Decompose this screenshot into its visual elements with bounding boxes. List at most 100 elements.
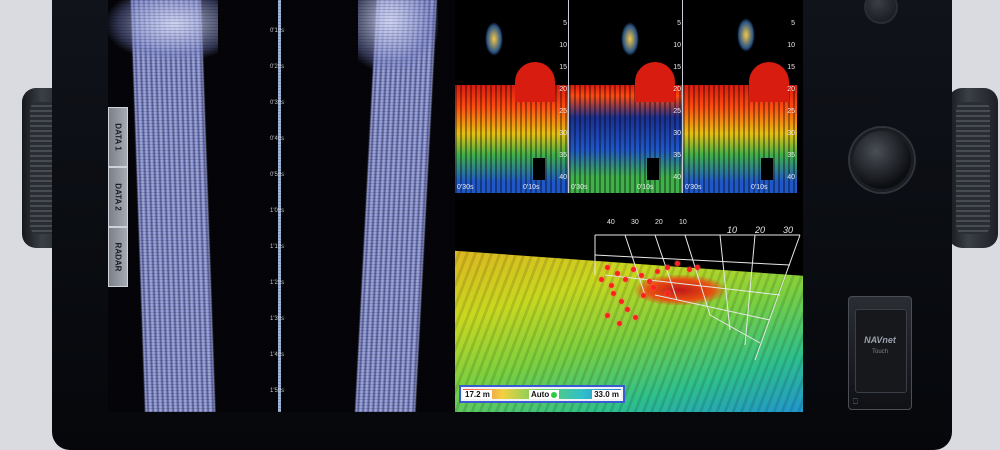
sd-card-slot[interactable]: NAVnet Touch ⎕ [848,296,912,410]
depth-label: 30 [673,130,681,137]
depth-label: 20 [673,86,681,93]
echogram-time-right: 0'10s [523,184,540,191]
fish-blip [617,321,622,326]
fish-blip [695,265,700,270]
fish-blip [639,273,644,278]
fish-finder-echogram[interactable]: 0'30s 0'10s 51015202530354045 0'30s 0'10… [455,0,803,193]
echogram-time-right: 0'10s [637,184,654,191]
fish-blip [687,267,692,272]
depth-min-label: 17.2 m [463,390,492,399]
sonar-return-right-top [358,0,438,70]
range-tick-label: 0'50s [270,172,285,178]
range-tick-label: 1'50s [270,388,285,394]
fish-blip [631,267,636,272]
depth-label: 15 [673,64,681,71]
fish-blip [665,265,670,270]
grid-label: 20 [655,219,663,226]
grid-label: 10 [679,219,687,226]
range-tick-label: 1'30s [270,316,285,322]
tab-label: DATA 1 [113,123,123,151]
depth-scale: 51015202530354045 [779,0,797,193]
depth-label: 15 [559,64,567,71]
fish-blip [611,291,616,296]
range-tick-label: 1'00s [270,208,285,214]
depth-label: 40 [673,174,681,181]
3d-bottom-view[interactable]: 17.2 m Auto 33.0 m 40 30 20 10 10 20 30 [455,195,803,412]
echogram-time-left: 0'30s [457,184,474,191]
fish-blip [599,277,604,282]
grid-label: 30 [783,225,794,235]
depth-label: 40 [787,174,795,181]
sonar-return-left [130,0,216,412]
depth-label: 15 [787,64,795,71]
fish-blip [633,315,638,320]
tab-data-1[interactable]: DATA 1 [108,107,128,167]
echogram-time-left: 0'30s [685,184,702,191]
rotary-knob[interactable] [850,128,914,192]
brand-sub-logo: Touch [871,349,888,355]
depth-label: 10 [673,42,681,49]
mode-label[interactable]: Auto [529,390,560,399]
depth-label: 10 [787,42,795,49]
range-tick-label: 1'40s [270,352,285,358]
fish-blip [615,271,620,276]
depth-label: 35 [673,152,681,159]
fish-blip [605,313,610,318]
depth-label: 35 [559,152,567,159]
echogram-time-left: 0'30s [571,184,588,191]
brand-logo: NAVnet [864,335,896,345]
fish-blip [655,269,660,274]
tab-radar[interactable]: RADAR [108,227,128,287]
depth-label: 5 [791,20,795,27]
echo-gap [533,158,545,180]
fish-school [485,22,503,56]
depth-label: 20 [559,86,567,93]
depth-max-label: 33.0 m [592,390,621,399]
echogram-panel-3[interactable]: 0'30s 0'10s 51015202530354045 [683,0,797,193]
range-tick-label: 1'20s [270,280,285,286]
right-side-knob[interactable] [948,88,998,248]
depth-label: 5 [563,20,567,27]
depth-label: 20 [787,86,795,93]
auto-indicator-icon [551,391,558,398]
fish-blip [605,265,610,270]
range-tick-label: 0'30s [270,100,285,106]
display-screen: 0'10s 0'20s 0'30s 0'40s 0'50s 1'00s 1'10s 1'20s… [108,0,803,412]
usb-icon: ⎕ [853,397,858,406]
depth-label: 25 [787,108,795,115]
depth-label: 40 [559,174,567,181]
range-tick-label: 1'10s [270,244,285,250]
range-tick-label: 0'10s [270,28,285,34]
depth-label: 25 [559,108,567,115]
fish-blip [625,307,630,312]
grid-label: 20 [755,225,766,235]
fish-blip [619,299,624,304]
3d-grid [594,234,801,361]
side-tab-strip: DATA 1 DATA 2 RADAR [108,107,128,287]
fish-blip [647,279,652,284]
range-tick-label: 0'20s [270,64,285,70]
echogram-panel-2[interactable]: 0'30s 0'10s 51015202530354045 [569,0,683,193]
seabed-peak [515,62,555,102]
depth-label: 5 [677,20,681,27]
sonar-return-left-top [108,0,218,60]
range-tick-label: 0'40s [270,136,285,142]
depth-scale: 51015202530354045 [551,0,568,193]
fish-blip [675,261,680,266]
echogram-panel-1[interactable]: 0'30s 0'10s 51015202530354045 [455,0,569,193]
knob-ridges [956,102,990,234]
grid-label: 30 [631,219,639,226]
echo-gap [647,158,659,180]
mode-text: Auto [531,390,550,399]
grid-label: 40 [607,219,615,226]
depth-label: 25 [673,108,681,115]
fish-blip [651,285,656,290]
depth-label: 30 [559,130,567,137]
echogram-time-right: 0'10s [751,184,768,191]
fish-blip [641,293,646,298]
tab-data-2[interactable]: DATA 2 [108,167,128,227]
tab-label: RADAR [113,242,123,272]
depth-label: 35 [787,152,795,159]
depth-color-scale[interactable]: 17.2 m Auto 33.0 m [459,385,625,403]
side-scan-sonar-view[interactable]: 0'10s 0'20s 0'30s 0'40s 0'50s 1'00s 1'10s 1'20s… [108,0,455,412]
